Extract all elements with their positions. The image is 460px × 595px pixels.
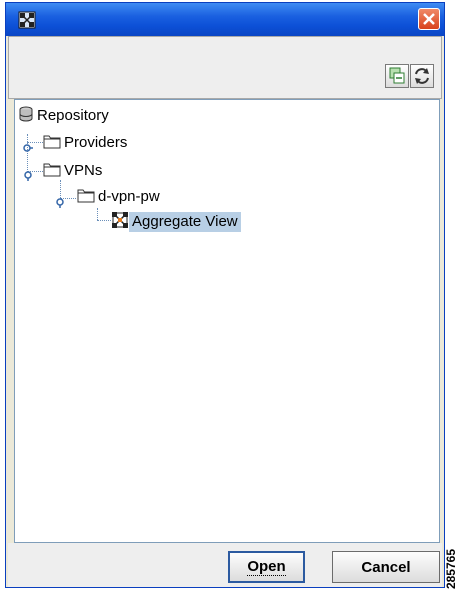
tree-node-vpns[interactable]: VPNs (43, 161, 105, 181)
figure-id: 285765 (444, 548, 458, 589)
collapse-handle[interactable] (23, 166, 33, 181)
tree-connector (97, 220, 111, 221)
repository-tree[interactable]: Repository Providers VPNs d-vpn-pw Aggre… (14, 99, 440, 543)
refresh-icon (411, 68, 433, 91)
tree-node-aggregate-view[interactable]: Aggregate View (111, 212, 241, 232)
open-dialog: Repository Providers VPNs d-vpn-pw Aggre… (5, 2, 445, 588)
folder-icon (43, 133, 61, 153)
collapse-handle[interactable] (55, 193, 65, 208)
aggregate-view-icon (111, 211, 129, 233)
tree-connector (97, 208, 98, 220)
tree-node-label: Aggregate View (129, 212, 241, 232)
folder-icon (77, 187, 95, 207)
cancel-button-label: Cancel (361, 558, 411, 576)
open-button[interactable]: Open (228, 551, 305, 583)
tree-node-d-vpn-pw[interactable]: d-vpn-pw (77, 187, 163, 207)
title-bar[interactable] (6, 3, 444, 36)
collapse-all-button[interactable] (385, 64, 409, 88)
tree-node-label: d-vpn-pw (98, 188, 160, 205)
network-diagram-icon (18, 11, 36, 29)
toolbar (8, 36, 442, 99)
tree-node-label: VPNs (64, 162, 103, 179)
cancel-button[interactable]: Cancel (332, 551, 440, 583)
collapse-all-icon (386, 67, 408, 91)
open-button-label: Open (247, 558, 286, 576)
tree-node-label: Providers (64, 134, 128, 151)
tree-node-repository[interactable]: Repository (18, 106, 112, 126)
tree-node-label: Repository (37, 107, 109, 124)
button-bar: Open Cancel (8, 543, 442, 587)
folder-icon (43, 161, 61, 181)
tree-node-providers[interactable]: Providers (43, 133, 130, 153)
close-button[interactable] (418, 8, 440, 30)
expand-handle[interactable] (23, 138, 33, 152)
database-icon (18, 106, 34, 126)
refresh-button[interactable] (410, 64, 434, 88)
